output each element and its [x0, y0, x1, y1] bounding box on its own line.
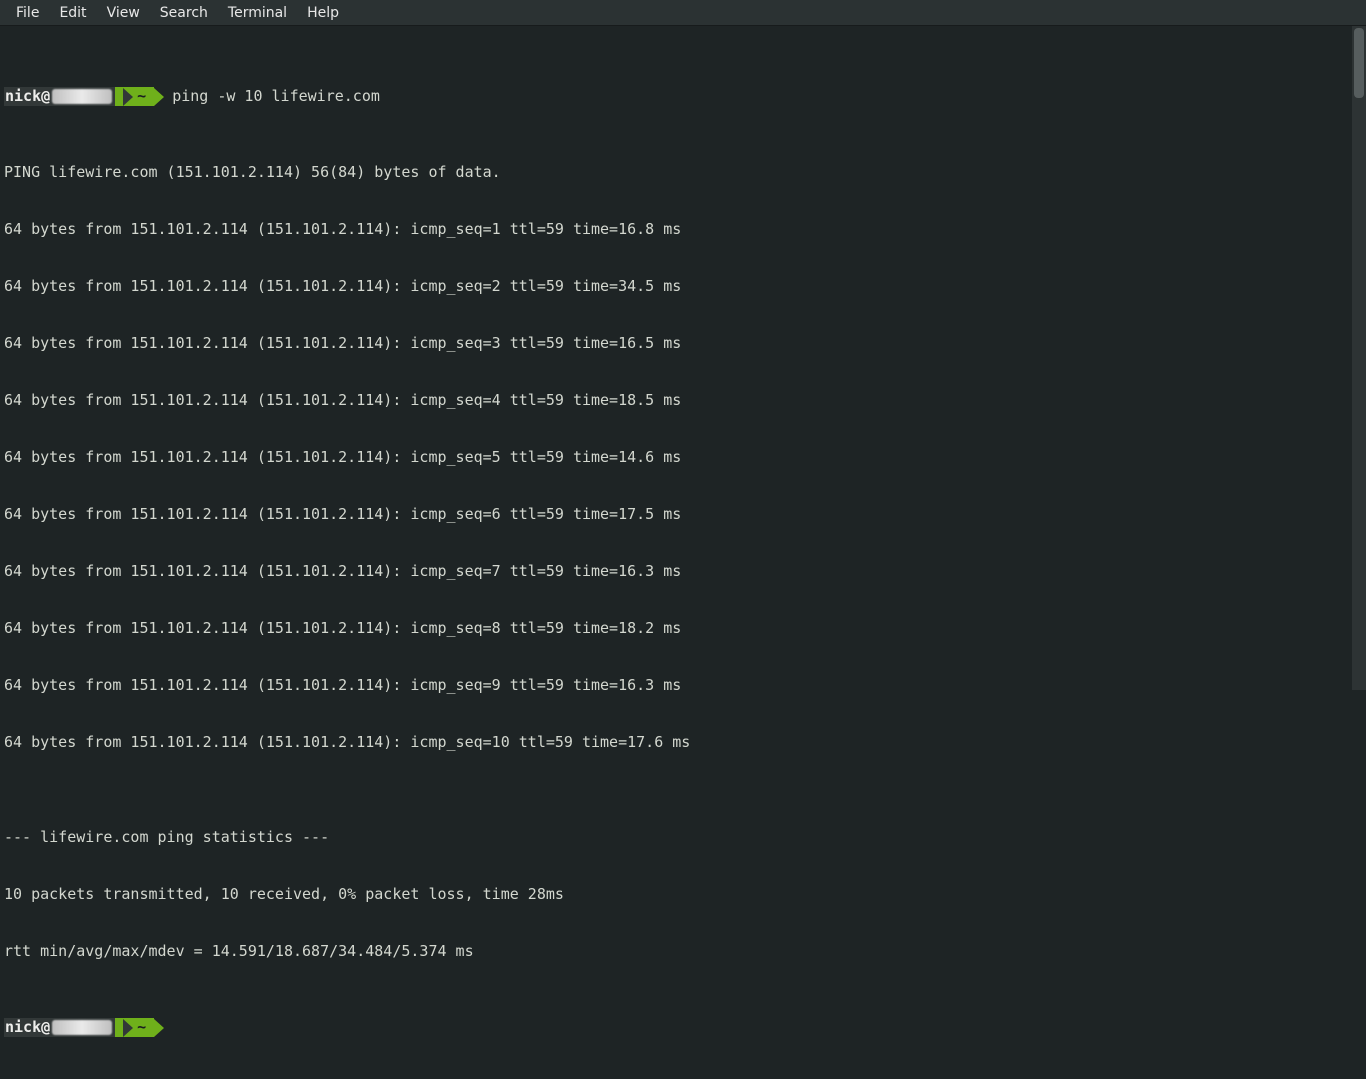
menu-view[interactable]: View: [97, 2, 150, 24]
ping-reply: 64 bytes from 151.101.2.114 (151.101.2.1…: [4, 391, 1362, 410]
chevron-right-icon: [154, 88, 164, 106]
prompt-line-2[interactable]: nick@ ~: [4, 1018, 1362, 1037]
terminal-area[interactable]: nick@ ~ ping -w 10 lifewire.com PING lif…: [0, 26, 1366, 1079]
ping-header: PING lifewire.com (151.101.2.114) 56(84)…: [4, 163, 1362, 182]
menu-terminal[interactable]: Terminal: [218, 2, 297, 24]
ping-reply: 64 bytes from 151.101.2.114 (151.101.2.1…: [4, 562, 1362, 581]
ping-reply: 64 bytes from 151.101.2.114 (151.101.2.1…: [4, 277, 1362, 296]
prompt-host-redacted: [52, 89, 112, 104]
prompt-path-segment: ~: [115, 1018, 154, 1037]
ping-stats-line: rtt min/avg/max/mdev = 14.591/18.687/34.…: [4, 942, 1362, 961]
prompt-user-host: nick@: [4, 87, 115, 106]
ping-reply: 64 bytes from 151.101.2.114 (151.101.2.1…: [4, 334, 1362, 353]
menu-help[interactable]: Help: [297, 2, 349, 24]
ping-stats-line: 10 packets transmitted, 10 received, 0% …: [4, 885, 1362, 904]
ping-reply: 64 bytes from 151.101.2.114 (151.101.2.1…: [4, 220, 1362, 239]
ping-stats-header: --- lifewire.com ping statistics ---: [4, 828, 1362, 847]
prompt-line-1: nick@ ~ ping -w 10 lifewire.com: [4, 87, 1362, 106]
ping-reply: 64 bytes from 151.101.2.114 (151.101.2.1…: [4, 448, 1362, 467]
prompt-path-segment: ~: [115, 87, 154, 106]
menu-edit[interactable]: Edit: [49, 2, 96, 24]
ping-reply: 64 bytes from 151.101.2.114 (151.101.2.1…: [4, 505, 1362, 524]
menu-search[interactable]: Search: [150, 2, 218, 24]
chevron-right-icon: [123, 88, 133, 106]
chevron-right-icon: [123, 1019, 133, 1037]
menu-file[interactable]: File: [6, 2, 49, 24]
prompt-host-redacted: [52, 1020, 112, 1035]
chevron-right-icon: [154, 1019, 164, 1037]
menubar: File Edit View Search Terminal Help: [0, 0, 1366, 26]
scrollbar-vertical[interactable]: [1352, 26, 1366, 690]
scrollbar-thumb[interactable]: [1354, 28, 1364, 98]
ping-reply: 64 bytes from 151.101.2.114 (151.101.2.1…: [4, 676, 1362, 695]
ping-reply: 64 bytes from 151.101.2.114 (151.101.2.1…: [4, 733, 1362, 752]
prompt-user: nick@: [5, 1018, 50, 1037]
prompt-user: nick@: [5, 87, 50, 106]
ping-reply: 64 bytes from 151.101.2.114 (151.101.2.1…: [4, 619, 1362, 638]
command-text: ping -w 10 lifewire.com: [172, 87, 380, 106]
prompt-user-host: nick@: [4, 1018, 115, 1037]
